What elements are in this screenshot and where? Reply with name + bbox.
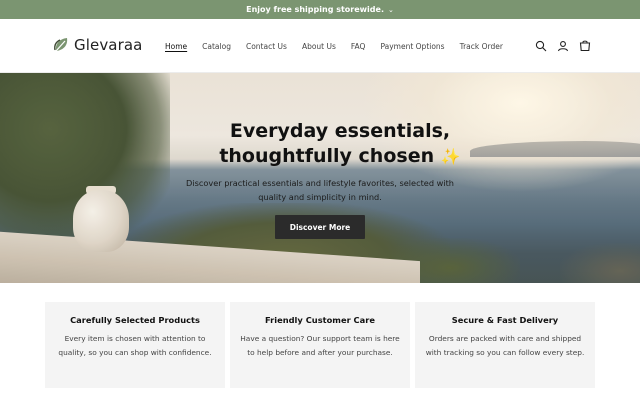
search-icon[interactable] xyxy=(534,39,548,53)
hero-title: Everyday essentials, thoughtfully chosen… xyxy=(170,119,510,169)
feature-text: Orders are packed with care and shipped … xyxy=(425,334,585,357)
hero-title-line1: Everyday essentials, xyxy=(229,120,451,142)
hero-title-line2: thoughtfully chosen xyxy=(219,145,435,167)
account-icon[interactable] xyxy=(556,39,570,53)
feature-text: Have a question? Our support team is her… xyxy=(240,334,400,357)
leaf-logo-icon xyxy=(54,38,68,52)
nav-track-order[interactable]: Track Order xyxy=(460,42,503,51)
brand-name: Glevaraa xyxy=(74,36,143,54)
feature-title: Friendly Customer Care xyxy=(265,315,375,325)
feature-title: Secure & Fast Delivery xyxy=(451,315,559,325)
feature-card: Secure & Fast Delivery Orders are packed… xyxy=(415,302,595,388)
nav-contact-us[interactable]: Contact Us xyxy=(246,42,287,51)
hero-subtitle: Discover practical essentials and lifest… xyxy=(186,178,454,202)
feature-card: Friendly Customer Care Have a question? … xyxy=(230,302,410,388)
discover-more-button[interactable]: Discover More xyxy=(275,215,365,239)
features-section: Carefully Selected Products Every item i… xyxy=(45,302,595,388)
feature-card: Carefully Selected Products Every item i… xyxy=(45,302,225,388)
main-nav: Home Catalog Contact Us About Us FAQ Pay… xyxy=(165,40,518,52)
hero-banner: Everyday essentials, thoughtfully chosen… xyxy=(0,73,640,283)
feature-title: Carefully Selected Products xyxy=(70,315,200,325)
feature-text: Every item is chosen with attention to q… xyxy=(58,334,212,357)
cart-icon[interactable] xyxy=(578,39,592,53)
announcement-bar: Enjoy free shipping storewide. ⌄ xyxy=(0,0,640,19)
logo[interactable]: Glevaraa xyxy=(52,34,142,56)
nav-faq[interactable]: FAQ xyxy=(351,42,366,51)
site-header: Glevaraa Home Catalog Contact Us About U… xyxy=(0,19,640,73)
nav-payment-options[interactable]: Payment Options xyxy=(380,42,444,51)
announcement-text: Enjoy free shipping storewide. xyxy=(246,5,384,14)
chevron-down-icon[interactable]: ⌄ xyxy=(388,6,394,14)
nav-catalog[interactable]: Catalog xyxy=(202,42,231,51)
nav-about-us[interactable]: About Us xyxy=(302,42,336,51)
sparkle-icon: ✨ xyxy=(440,147,461,166)
nav-home[interactable]: Home xyxy=(165,42,187,51)
header-icons xyxy=(534,39,600,53)
